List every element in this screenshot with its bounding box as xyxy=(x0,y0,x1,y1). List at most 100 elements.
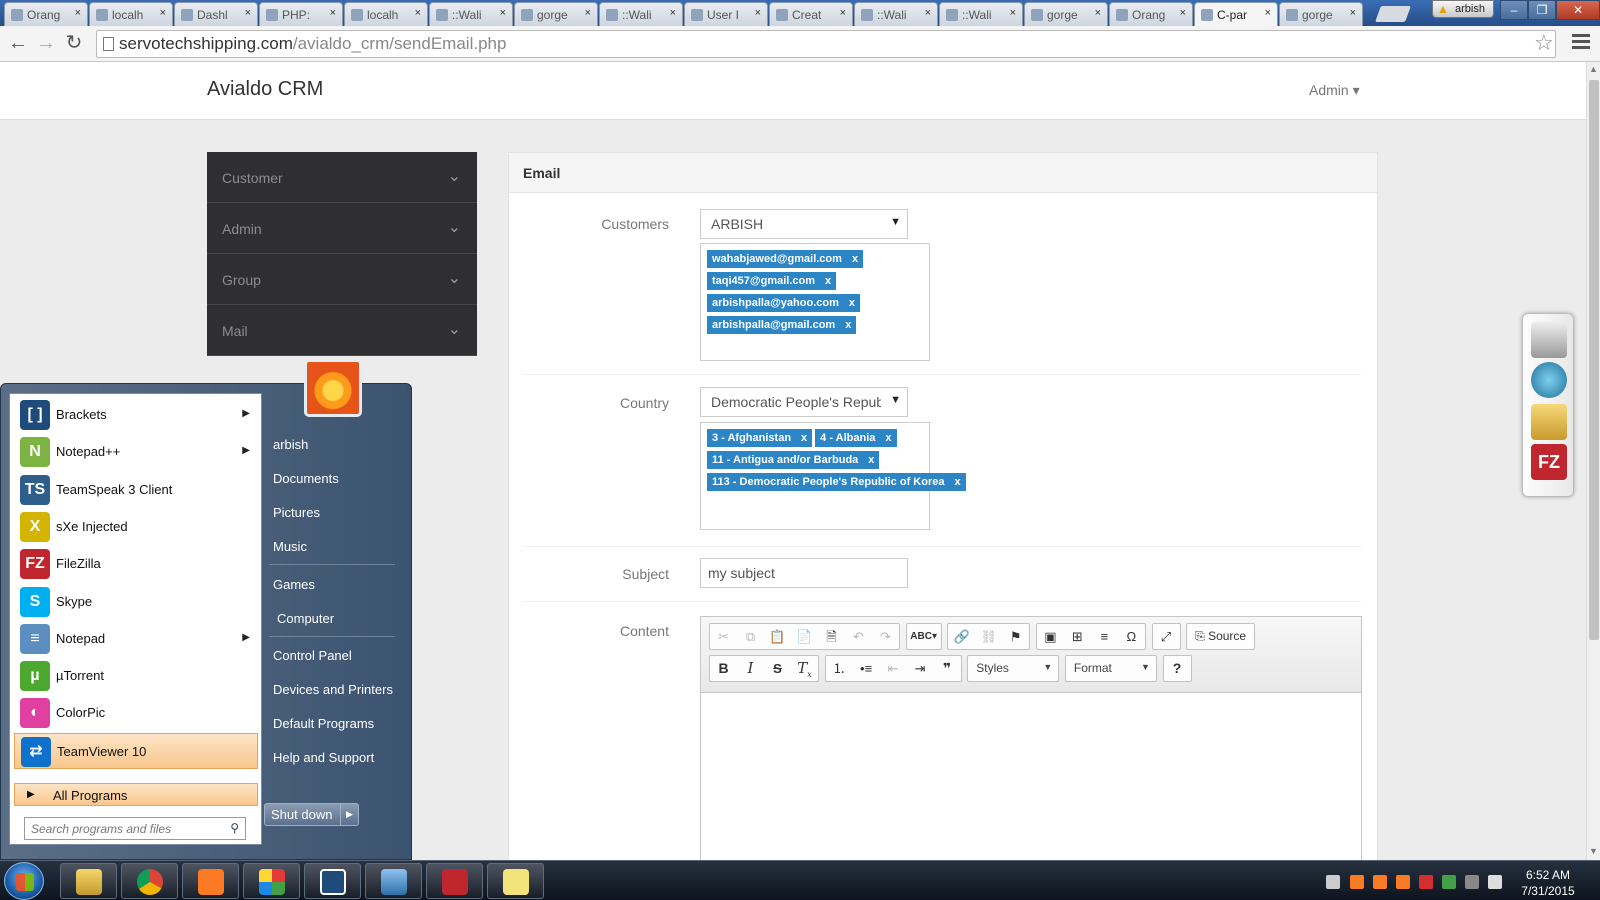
start-menu-link[interactable]: Help and Support xyxy=(273,750,374,765)
numbered-list-icon[interactable]: ⒈ xyxy=(826,656,853,681)
browser-tab[interactable]: localh × xyxy=(344,2,428,26)
source-button[interactable]: ⎘ Source xyxy=(1187,624,1254,649)
close-icon[interactable]: × xyxy=(500,7,506,19)
customers-select[interactable]: ARBISH ▼ xyxy=(700,209,908,239)
browser-tab[interactable]: Orang × xyxy=(4,2,88,26)
xampp-tray-icon[interactable] xyxy=(1396,875,1410,889)
system-clock[interactable]: 6:52 AM 7/31/2015 xyxy=(1518,867,1578,899)
paste-icon[interactable]: 📋 xyxy=(764,624,791,649)
taskbar-remote-desktop[interactable] xyxy=(365,863,422,899)
start-menu-link[interactable]: Music xyxy=(273,539,307,554)
tag-remove-icon[interactable]: x xyxy=(825,275,831,287)
start-menu-program[interactable]: TS TeamSpeak 3 Client xyxy=(14,472,258,508)
tag-remove-icon[interactable]: x xyxy=(868,454,874,466)
start-menu-program[interactable]: XsXe Injected xyxy=(14,509,258,545)
close-icon[interactable]: × xyxy=(840,7,846,19)
address-bar[interactable]: servotechshipping.com/avialdo_crm/sendEm… xyxy=(96,30,1556,58)
start-menu-program[interactable]: FZ FileZilla xyxy=(14,546,258,582)
close-icon[interactable]: × xyxy=(415,7,421,19)
unlink-icon[interactable]: ⛓ xyxy=(975,624,1002,649)
table-icon[interactable]: ⊞ xyxy=(1064,624,1091,649)
start-menu-program[interactable]: ⇄ TeamViewer 10 xyxy=(14,732,258,769)
chrome-menu-icon[interactable] xyxy=(1572,34,1590,52)
browser-tab[interactable]: gorge × xyxy=(514,2,598,26)
user-avatar[interactable] xyxy=(304,359,362,417)
scrollbar-thumb[interactable] xyxy=(1589,80,1599,640)
cut-icon[interactable]: ✂ xyxy=(710,624,737,649)
close-icon[interactable]: × xyxy=(1095,7,1101,19)
tag-remove-icon[interactable]: x xyxy=(801,432,807,444)
taskbar-sticky-notes[interactable] xyxy=(487,863,544,899)
subject-input[interactable]: my subject xyxy=(700,558,908,588)
tag-remove-icon[interactable]: x xyxy=(849,297,855,309)
help-button[interactable]: ? xyxy=(1164,656,1191,681)
tag-remove-icon[interactable]: x xyxy=(852,253,858,265)
paste-word-icon[interactable]: 🗎 xyxy=(818,624,845,649)
taskbar-app-grid[interactable] xyxy=(243,863,300,899)
spellcheck-icon[interactable]: ABC▾ xyxy=(907,624,941,649)
customer-tags-box[interactable]: wahabjawed@gmail.com xtaqi457@gmail.com xa… xyxy=(700,243,930,361)
filezilla-icon[interactable]: FZ xyxy=(1531,444,1567,480)
indent-icon[interactable]: ⇥ xyxy=(907,656,934,681)
taskbar-brackets[interactable] xyxy=(304,863,361,899)
browser-tab[interactable]: gorge × xyxy=(1279,2,1363,26)
styles-dropdown[interactable]: Styles ▼ xyxy=(968,656,1058,681)
image-icon[interactable]: ▣ xyxy=(1037,624,1064,649)
adobe-icon[interactable] xyxy=(1419,875,1433,889)
bookmark-star-icon[interactable]: ☆ xyxy=(1534,30,1554,56)
start-menu-program[interactable]: N Notepad++ ▶ xyxy=(14,434,258,470)
browser-tab[interactable]: C-par × xyxy=(1194,2,1278,26)
copy-icon[interactable]: ⧉ xyxy=(737,624,764,649)
close-icon[interactable]: × xyxy=(670,7,676,19)
close-icon[interactable]: × xyxy=(75,7,81,19)
close-icon[interactable]: × xyxy=(1265,7,1271,19)
taskbar-explorer[interactable] xyxy=(60,863,117,899)
sidebar-item-group[interactable]: Group ⌄ xyxy=(207,254,477,305)
start-menu-link[interactable]: arbish xyxy=(273,437,308,452)
scroll-up-icon[interactable]: ▲ xyxy=(1589,64,1598,74)
start-button[interactable] xyxy=(4,862,44,900)
start-menu-link[interactable]: Devices and Printers xyxy=(273,682,393,697)
folder-icon[interactable] xyxy=(1531,404,1567,440)
admin-dropdown[interactable]: Admin ▾ xyxy=(1309,82,1360,99)
browser-tab[interactable]: PHP: × xyxy=(259,2,343,26)
browser-tab[interactable]: ::Wali × xyxy=(854,2,938,26)
browser-tab[interactable]: localh × xyxy=(89,2,173,26)
maximize-icon[interactable]: ⤢ xyxy=(1153,624,1180,649)
back-arrow-icon[interactable]: ← xyxy=(6,32,30,56)
start-menu-program[interactable]: S Skype xyxy=(14,584,258,620)
page-scrollbar[interactable]: ▲ ▼ xyxy=(1586,62,1600,860)
sidebar-item-admin[interactable]: Admin ⌄ xyxy=(207,203,477,254)
forward-arrow-icon[interactable]: → xyxy=(34,32,58,56)
sidebar-item-customer[interactable]: Customer ⌄ xyxy=(207,152,477,203)
country-select[interactable]: Democratic People's Republic of Korea ▼ xyxy=(700,387,908,417)
network-icon[interactable] xyxy=(1531,362,1567,398)
xampp-tray-icon[interactable] xyxy=(1350,875,1364,889)
start-search-input[interactable]: Search programs and files ⚲ xyxy=(24,817,246,840)
taskbar-xampp[interactable] xyxy=(182,863,239,899)
start-menu-program[interactable]: µ µTorrent xyxy=(14,658,258,694)
close-icon[interactable]: × xyxy=(330,7,336,19)
shutdown-button[interactable]: Shut down ▶ xyxy=(264,803,359,826)
start-menu-link[interactable]: Games xyxy=(273,577,315,592)
close-icon[interactable]: × xyxy=(1180,7,1186,19)
minimize-button[interactable]: – xyxy=(1500,0,1529,20)
format-dropdown[interactable]: Format ▼ xyxy=(1066,656,1156,681)
close-icon[interactable]: × xyxy=(160,7,166,19)
profile-button[interactable]: ▲ arbish xyxy=(1432,0,1494,18)
sidebar-item-mail[interactable]: Mail ⌄ xyxy=(207,305,477,356)
outdent-icon[interactable]: ⇤ xyxy=(880,656,907,681)
taskbar-filezilla[interactable] xyxy=(426,863,483,899)
flag-icon[interactable] xyxy=(1442,875,1456,889)
close-icon[interactable]: × xyxy=(755,7,761,19)
app-brand[interactable]: Avialdo CRM xyxy=(207,78,323,101)
scroll-down-icon[interactable]: ▼ xyxy=(1589,846,1598,856)
editor-content-area[interactable] xyxy=(701,693,1361,860)
maximize-button[interactable]: ❐ xyxy=(1528,0,1557,20)
start-menu-program[interactable]: ≡ Notepad ▶ xyxy=(14,621,258,657)
close-icon[interactable]: × xyxy=(1350,7,1356,19)
paste-text-icon[interactable]: 📄 xyxy=(791,624,818,649)
browser-tab[interactable]: ::Wali × xyxy=(429,2,513,26)
redo-icon[interactable]: ↷ xyxy=(872,624,899,649)
volume-muted-icon[interactable] xyxy=(1465,875,1479,889)
